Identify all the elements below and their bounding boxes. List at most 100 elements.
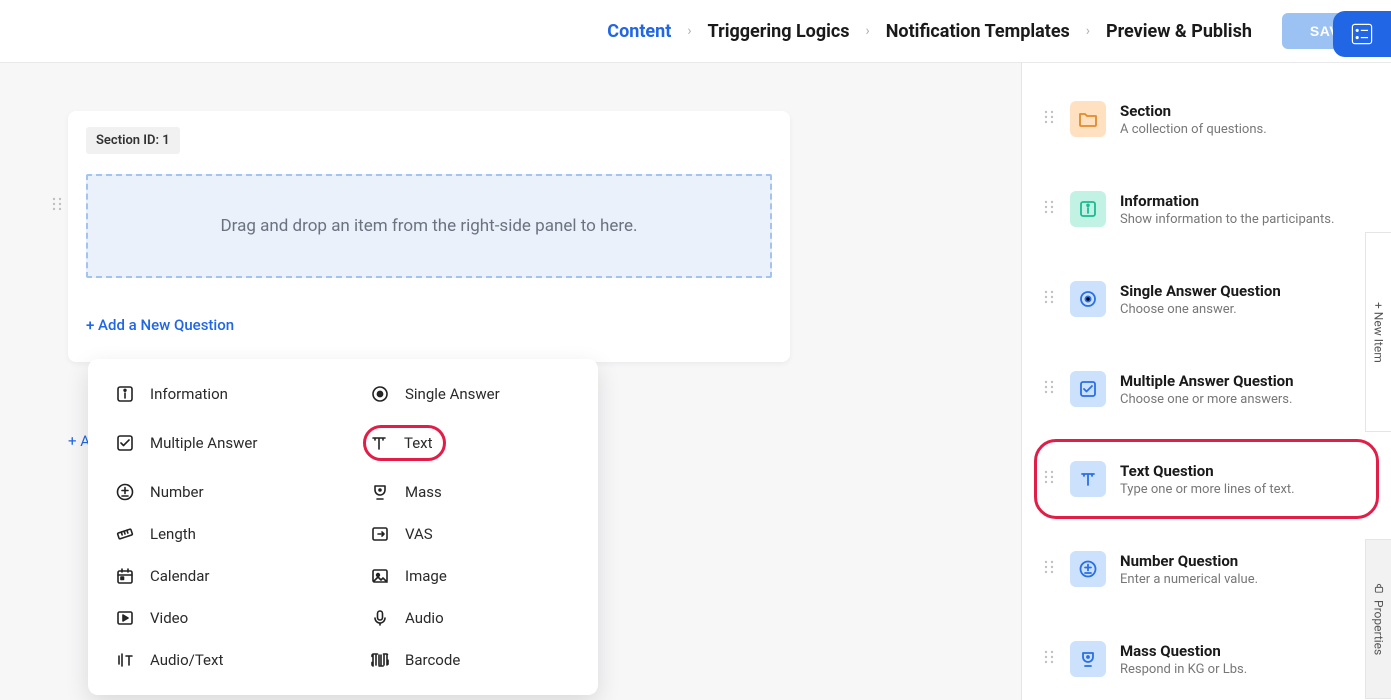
ruler-icon [114, 523, 136, 545]
mic-icon [369, 607, 391, 629]
calendar-icon [114, 565, 136, 587]
menu-item-barcode[interactable]: Barcode [343, 639, 598, 681]
palette-title: Text Question [1120, 462, 1295, 480]
tab-triggering-logics[interactable]: Triggering Logics [708, 21, 850, 42]
drag-handle-icon[interactable] [52, 196, 62, 215]
menu-item-calendar[interactable]: Calendar [88, 555, 343, 597]
palette-title: Section [1120, 102, 1267, 120]
lock-icon [1373, 582, 1385, 594]
chevron-right-icon: › [866, 23, 870, 39]
plusminus-circle-icon [1070, 551, 1106, 587]
chevron-right-icon: › [687, 23, 691, 39]
menu-item-label: Audio [405, 609, 444, 627]
side-tab-new-item[interactable]: + New Item [1365, 232, 1391, 432]
text-t-icon [1070, 461, 1106, 497]
drag-handle-icon[interactable] [1044, 650, 1056, 668]
form-list-icon [1350, 22, 1374, 46]
menu-item-audio[interactable]: Audio [343, 597, 598, 639]
menu-item-video[interactable]: Video [88, 597, 343, 639]
menu-item-number[interactable]: Number [88, 471, 343, 513]
tab-notification-templates[interactable]: Notification Templates [886, 21, 1070, 42]
palette-item-multiple-answer-question[interactable]: Multiple Answer Question Choose one or mo… [1040, 361, 1373, 417]
drag-handle-icon[interactable] [1044, 290, 1056, 308]
menu-item-image[interactable]: Image [343, 555, 598, 597]
tab-content[interactable]: Content [607, 21, 671, 42]
side-tab-properties[interactable]: Properties [1365, 539, 1391, 699]
menu-item-multiple-answer[interactable]: Multiple Answer [88, 415, 343, 471]
text-t-icon [368, 432, 390, 454]
audio-text-icon [114, 649, 136, 671]
dropzone[interactable]: Drag and drop an item from the right-sid… [86, 174, 772, 278]
menu-item-length[interactable]: Length [88, 513, 343, 555]
menu-item-information[interactable]: Information [88, 373, 343, 415]
palette-title: Information [1120, 192, 1334, 210]
menu-item-label: Mass [405, 483, 442, 501]
palette-item-number-question[interactable]: Number Question Enter a numerical value. [1040, 541, 1373, 597]
palette-title: Mass Question [1120, 642, 1247, 660]
breadcrumb: Content › Triggering Logics › Notificati… [607, 21, 1252, 42]
menu-item-label: Information [150, 385, 228, 403]
video-icon [114, 607, 136, 629]
palette-desc: A collection of questions. [1120, 122, 1267, 137]
info-square-icon [114, 383, 136, 405]
canvas-area: Section ID: 1 Drag and drop an item from… [0, 63, 1021, 700]
palette-item-information[interactable]: Information Show information to the parti… [1040, 181, 1373, 237]
drag-handle-icon[interactable] [1044, 110, 1056, 128]
palette-title: Number Question [1120, 552, 1258, 570]
palette-desc: Type one or more lines of text. [1120, 482, 1295, 497]
menu-item-mass[interactable]: Mass [343, 471, 598, 513]
menu-item-text[interactable]: Text [343, 415, 598, 471]
plusminus-circle-icon [114, 481, 136, 503]
radio-icon [1070, 281, 1106, 317]
palette-desc: Enter a numerical value. [1120, 572, 1258, 587]
add-question-link[interactable]: + Add a New Question [86, 316, 234, 334]
drag-handle-icon[interactable] [1044, 380, 1056, 398]
folder-icon [1070, 101, 1106, 137]
section-card: Section ID: 1 Drag and drop an item from… [68, 111, 790, 362]
arrow-export-icon [369, 523, 391, 545]
chevron-right-icon: › [1086, 23, 1090, 39]
question-type-menu: Information Single Answer Multiple Answer T… [88, 359, 598, 695]
image-icon [369, 565, 391, 587]
checkbox-icon [1070, 371, 1106, 407]
palette-item-text-question[interactable]: Text Question Type one or more lines of t… [1040, 451, 1373, 507]
palette-desc: Show information to the participants. [1120, 212, 1334, 227]
menu-item-label: Multiple Answer [150, 434, 257, 452]
header-bar: Content › Triggering Logics › Notificati… [0, 0, 1391, 63]
menu-item-label: Image [405, 567, 447, 585]
side-tab-label: Properties [1372, 600, 1386, 655]
side-tab-label: + New Item [1372, 302, 1386, 363]
palette-item-mass-question[interactable]: Mass Question Respond in KG or Lbs. [1040, 631, 1373, 687]
palette-item-single-answer-question[interactable]: Single Answer Question Choose one answer. [1040, 271, 1373, 327]
palette-desc: Choose one or more answers. [1120, 392, 1294, 407]
item-palette: Section A collection of questions. Informa… [1021, 63, 1391, 700]
menu-item-vas[interactable]: VAS [343, 513, 598, 555]
menu-item-label: Single Answer [405, 385, 500, 403]
checkbox-icon [114, 432, 136, 454]
section-id-chip: Section ID: 1 [86, 127, 180, 154]
drag-handle-icon[interactable] [1044, 470, 1056, 488]
menu-item-audio-text[interactable]: Audio/Text [88, 639, 343, 681]
palette-desc: Respond in KG or Lbs. [1120, 662, 1247, 677]
palette-title: Multiple Answer Question [1120, 372, 1294, 390]
menu-item-single-answer[interactable]: Single Answer [343, 373, 598, 415]
dropzone-hint: Drag and drop an item from the right-sid… [221, 216, 638, 236]
panel-toggle-button[interactable] [1333, 11, 1391, 57]
palette-item-section[interactable]: Section A collection of questions. [1040, 91, 1373, 147]
drag-handle-icon[interactable] [1044, 560, 1056, 578]
menu-item-label: Number [150, 483, 204, 501]
palette-desc: Choose one answer. [1120, 302, 1281, 317]
menu-item-label: Length [150, 525, 196, 543]
main-area: Section ID: 1 Drag and drop an item from… [0, 63, 1391, 700]
add-section-link-partial[interactable]: + A [68, 432, 90, 450]
menu-item-label: VAS [405, 525, 433, 543]
tab-preview-publish[interactable]: Preview & Publish [1106, 21, 1252, 42]
info-square-icon [1070, 191, 1106, 227]
drag-handle-icon[interactable] [1044, 200, 1056, 218]
palette-title: Single Answer Question [1120, 282, 1281, 300]
barcode-icon [369, 649, 391, 671]
menu-item-label: Barcode [405, 651, 460, 669]
radio-icon [369, 383, 391, 405]
menu-item-label: Calendar [150, 567, 210, 585]
scale-icon [1070, 641, 1106, 677]
